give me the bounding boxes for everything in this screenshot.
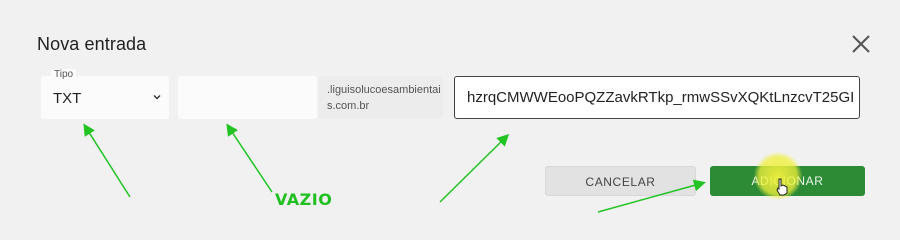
new-entry-dialog: Nova entrada Tipo TXT .liguisolucoesambi… (0, 0, 900, 231)
add-button[interactable]: ADICIONAR (710, 166, 865, 196)
arrow-to-type (83, 123, 131, 198)
type-label: Tipo (51, 69, 77, 80)
domain-suffix-text: .liguisolucoesambientais.com.br (327, 84, 441, 112)
arrow-to-value (439, 133, 510, 203)
value-text: hzrqCMWWEooPQZZavkRTkp_rmwSSvXQKtLnzcvT2… (467, 89, 855, 106)
domain-suffix: .liguisolucoesambientais.com.br (319, 76, 443, 119)
close-button[interactable] (850, 33, 872, 55)
dialog-title: Nova entrada (37, 34, 147, 54)
close-icon (852, 35, 870, 53)
empty-annotation: VAZIO (275, 190, 333, 209)
cancel-button[interactable]: CANCELAR (545, 166, 696, 196)
name-input[interactable] (178, 76, 317, 119)
type-select[interactable]: Tipo TXT (41, 69, 169, 119)
type-value: TXT (53, 90, 82, 107)
arrow-to-name (226, 123, 273, 193)
value-input[interactable]: hzrqCMWWEooPQZZavkRTkp_rmwSSvXQKtLnzcvT2… (454, 76, 860, 119)
chevron-down-icon (153, 95, 161, 100)
